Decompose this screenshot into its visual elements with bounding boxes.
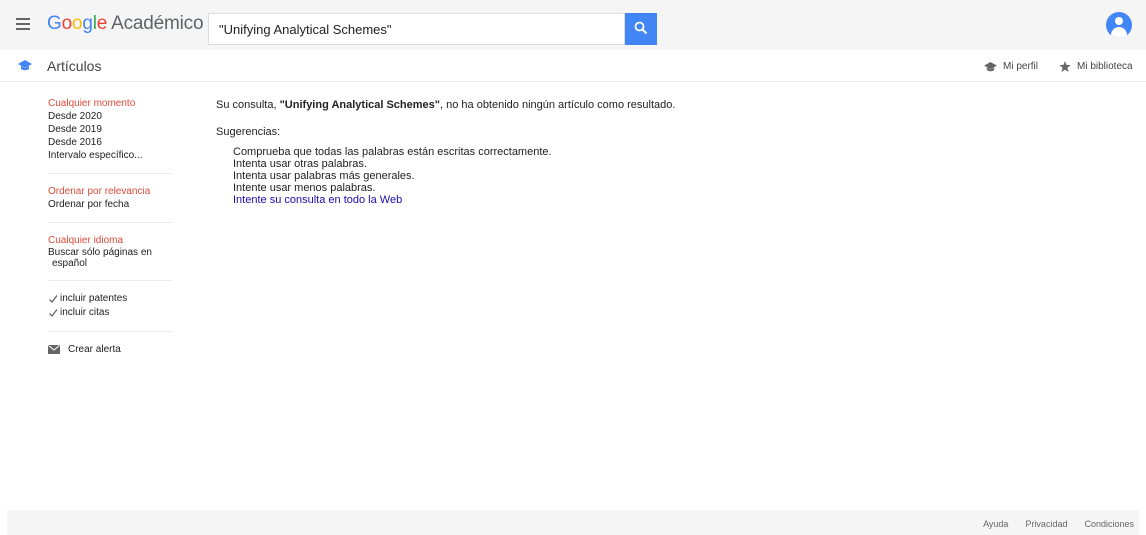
time-since-2016[interactable]: Desde 2016 xyxy=(48,136,172,149)
section-bar: Artículos Mi perfil Mi biblioteca xyxy=(0,50,1146,82)
footer: Ayuda Privacidad Condiciones xyxy=(7,510,1139,535)
checkmark-icon xyxy=(49,295,58,303)
footer-privacy-link[interactable]: Privacidad xyxy=(1025,519,1067,529)
account-avatar-icon[interactable] xyxy=(1106,12,1132,38)
my-library-link[interactable]: Mi biblioteca xyxy=(1059,61,1133,72)
suggestion-item: Intenta usar palabras más generales. xyxy=(233,170,415,182)
footer-terms-link[interactable]: Condiciones xyxy=(1084,519,1134,529)
my-library-label: Mi biblioteca xyxy=(1077,61,1133,72)
suggestion-item: Comprueba que todas las palabras están e… xyxy=(233,146,552,158)
my-profile-link[interactable]: Mi perfil xyxy=(984,61,1038,72)
include-citations-checkbox[interactable]: incluir citas xyxy=(48,306,172,320)
footer-help-link[interactable]: Ayuda xyxy=(983,519,1008,529)
language-any: Cualquier idioma xyxy=(48,235,124,246)
section-title: Artículos xyxy=(47,58,102,74)
sort-by-date[interactable]: Ordenar por fecha xyxy=(48,198,172,211)
envelope-icon xyxy=(48,345,60,354)
time-since-2019[interactable]: Desde 2019 xyxy=(48,123,172,136)
results-area: Su consulta, "Unifying Analytical Scheme… xyxy=(216,98,1116,206)
google-scholar-logo[interactable]: Google Académico xyxy=(47,13,204,35)
query-text: "Unifying Analytical Schemes" xyxy=(279,99,440,111)
no-results-message: Su consulta, "Unifying Analytical Scheme… xyxy=(216,99,676,111)
time-filter-group: Cualquier momento Desde 2020 Desde 2019 … xyxy=(48,97,172,174)
include-group: incluir patentes incluir citas xyxy=(48,292,172,332)
search-icon xyxy=(634,21,648,35)
my-profile-label: Mi perfil xyxy=(1003,61,1039,72)
language-spanish-only[interactable]: Buscar sólo páginas en español xyxy=(48,247,172,269)
suggestions-heading: Sugerencias: xyxy=(216,126,281,138)
filter-sidebar: Cualquier momento Desde 2020 Desde 2019 … xyxy=(48,97,172,378)
language-group: Cualquier idioma Buscar sólo páginas en … xyxy=(48,234,172,281)
search-button[interactable] xyxy=(625,13,657,45)
hamburger-menu-icon[interactable] xyxy=(16,18,30,30)
graduation-cap-icon xyxy=(984,61,997,71)
suggestion-item: Intenta usar otras palabras. xyxy=(233,158,367,170)
top-bar: Google Académico xyxy=(0,0,1146,50)
graduation-cap-icon xyxy=(18,60,32,71)
checkmark-icon xyxy=(49,309,58,317)
star-icon xyxy=(1059,61,1071,72)
sort-by-relevance: Ordenar por relevancia xyxy=(48,186,151,197)
footer-links: Ayuda Privacidad Condiciones xyxy=(983,519,1134,529)
time-since-2020[interactable]: Desde 2020 xyxy=(48,110,172,123)
search-web-link[interactable]: Intente su consulta en todo la Web xyxy=(233,194,402,206)
search-input[interactable] xyxy=(208,13,625,45)
time-custom-range[interactable]: Intervalo específico... xyxy=(48,149,172,162)
sort-group: Ordenar por relevancia Ordenar por fecha xyxy=(48,185,172,223)
time-any: Cualquier momento xyxy=(48,98,136,109)
alert-group: Crear alerta xyxy=(48,343,172,367)
suggestions-list: Comprueba que todas las palabras están e… xyxy=(216,146,1116,206)
suggestion-item: Intente usar menos palabras. xyxy=(233,182,376,194)
create-alert-button[interactable]: Crear alerta xyxy=(48,343,172,356)
include-patents-checkbox[interactable]: incluir patentes xyxy=(48,292,172,306)
logo-product-name: Académico xyxy=(111,13,204,34)
